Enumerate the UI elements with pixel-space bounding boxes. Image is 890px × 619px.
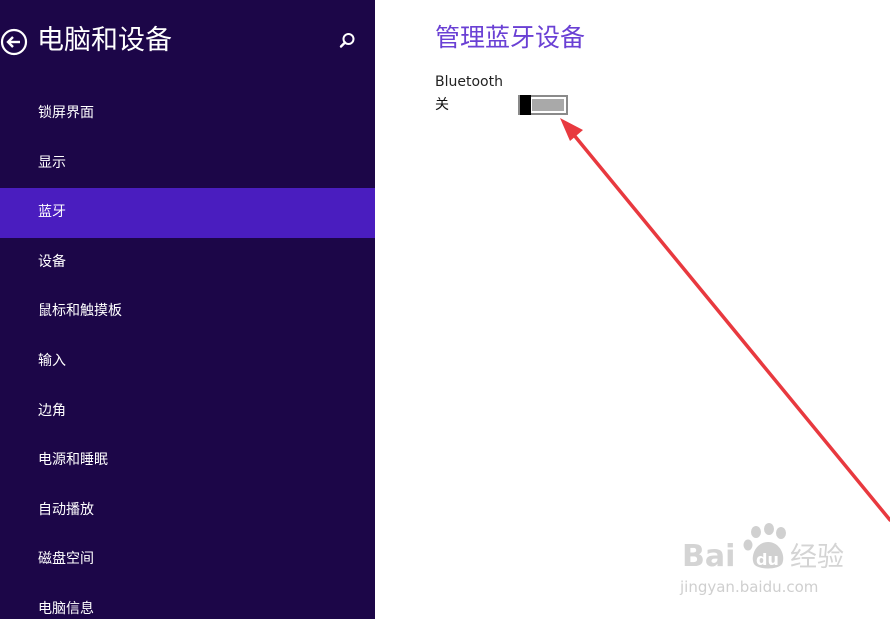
- nav-item-devices[interactable]: 设备: [0, 238, 375, 288]
- watermark-url: jingyan.baidu.com: [680, 578, 819, 596]
- nav-item-power-sleep[interactable]: 电源和睡眠: [0, 436, 375, 486]
- bluetooth-state-label: 关: [435, 97, 449, 113]
- nav-item-mouse-touchpad[interactable]: 鼠标和触摸板: [0, 287, 375, 337]
- nav-item-corners[interactable]: 边角: [0, 387, 375, 437]
- toggle-thumb[interactable]: [520, 95, 531, 115]
- sidebar-title: 电脑和设备: [37, 25, 172, 56]
- nav-item-typing[interactable]: 输入: [0, 337, 375, 387]
- nav-item-autoplay[interactable]: 自动播放: [0, 486, 375, 536]
- nav-item-disk-space[interactable]: 磁盘空间: [0, 535, 375, 585]
- search-icon: [339, 33, 355, 48]
- nav-item-pc-info[interactable]: 电脑信息: [0, 585, 375, 619]
- page-title: 管理蓝牙设备: [435, 23, 586, 52]
- nav-item-lock-screen[interactable]: 锁屏界面: [0, 89, 375, 139]
- sidebar: 电脑和设备 锁屏界面 显示 蓝牙 设备 鼠标和触摸板 输入 边角 电源和睡眠 自…: [0, 0, 375, 619]
- back-button[interactable]: [0, 27, 30, 57]
- nav-item-display[interactable]: 显示: [0, 139, 375, 189]
- toggle-track: [532, 99, 564, 111]
- search-button[interactable]: [336, 30, 358, 52]
- svg-text:Bai: Bai: [682, 539, 735, 574]
- bluetooth-label: Bluetooth: [435, 74, 503, 90]
- settings-window: 电脑和设备 锁屏界面 显示 蓝牙 设备 鼠标和触摸板 输入 边角 电源和睡眠 自…: [0, 0, 890, 619]
- bluetooth-toggle[interactable]: [518, 95, 568, 115]
- svg-text:du: du: [756, 550, 779, 569]
- baidu-jingyan-watermark-logo: Bai du 经验: [682, 523, 844, 574]
- watermark: Bai du 经验 jingyan.baidu.com: [668, 520, 868, 605]
- back-arrow-circle-icon: [0, 28, 28, 56]
- sidebar-header: 电脑和设备: [0, 22, 375, 62]
- settings-nav-list: 锁屏界面 显示 蓝牙 设备 鼠标和触摸板 输入 边角 电源和睡眠 自动播放 磁盘…: [0, 89, 375, 619]
- nav-item-bluetooth[interactable]: 蓝牙: [0, 188, 375, 238]
- svg-text:经验: 经验: [790, 542, 844, 573]
